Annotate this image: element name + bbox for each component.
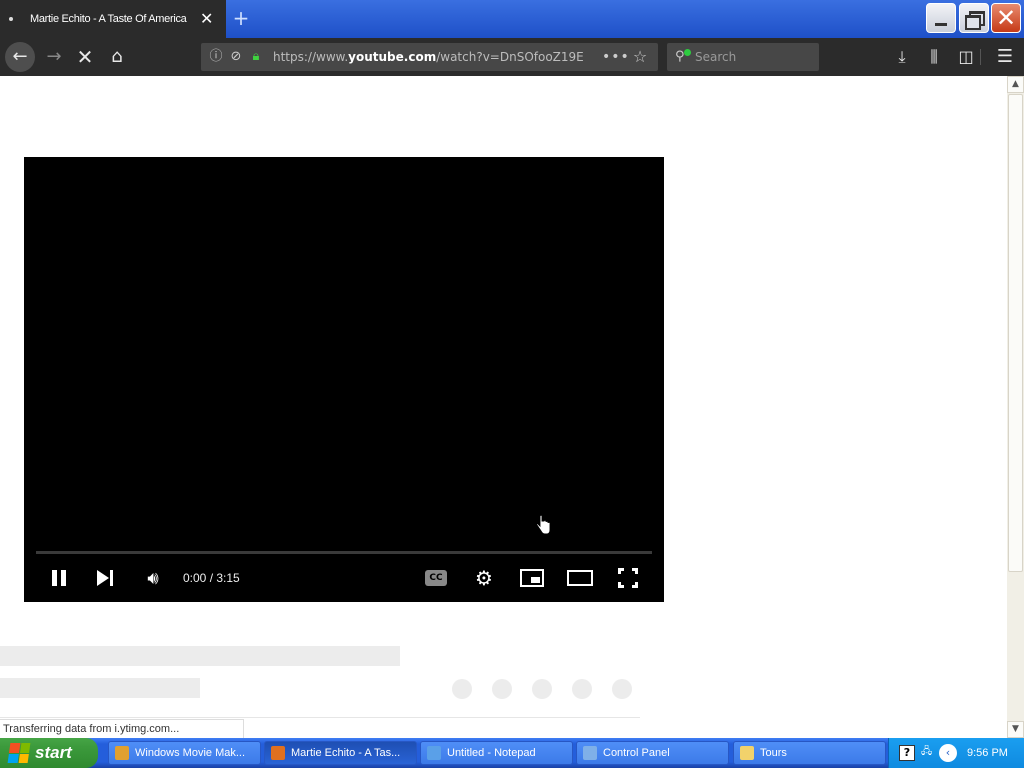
search-bar[interactable]: ⚲ — [667, 43, 819, 71]
back-button[interactable]: ← — [5, 42, 35, 72]
window-close-button[interactable]: ✕ — [991, 3, 1021, 33]
sidebar-button[interactable]: ◫ — [952, 42, 980, 72]
taskbar-item-label: Control Panel — [603, 747, 670, 759]
taskbar-item-label: Tours — [760, 747, 787, 759]
window-restore-button[interactable] — [959, 3, 989, 33]
url-path: /watch?v=DnSOfooZ19E — [436, 50, 584, 64]
theater-mode-button[interactable] — [565, 563, 595, 593]
toolbar-divider — [980, 49, 981, 65]
tab-active[interactable]: Martie Echito - A Taste Of America ✕ — [0, 0, 226, 38]
taskbar-item-notepad[interactable]: Untitled - Notepad — [420, 741, 573, 765]
action-placeholder — [452, 679, 472, 699]
close-icon: ✕ — [995, 4, 1017, 32]
divider — [0, 717, 640, 718]
tab-close-icon[interactable]: ✕ — [200, 11, 213, 27]
miniplayer-button[interactable] — [517, 563, 547, 593]
url-prefix: https://www. — [273, 50, 349, 64]
video-player[interactable]: 🔊︎ 0:00 / 3:15 CC ⚙ — [24, 157, 664, 602]
stop-button[interactable]: ✕ — [70, 42, 100, 72]
fullscreen-icon — [618, 568, 638, 588]
action-placeholder — [612, 679, 632, 699]
new-tab-button[interactable]: + — [230, 6, 252, 30]
bookmark-star-icon[interactable]: ☆ — [630, 43, 650, 71]
navigation-toolbar: ← → ✕ ⌂ ⓘ ⊘ 🔒︎ https://www.youtube.com/w… — [0, 38, 1024, 76]
subtitles-button[interactable]: CC — [421, 563, 451, 593]
info-icon[interactable]: ⓘ — [208, 43, 224, 71]
scroll-down-button[interactable]: ▼ — [1007, 721, 1024, 738]
tab-loading-indicator — [9, 17, 13, 21]
next-button[interactable] — [90, 563, 120, 593]
pause-button[interactable] — [44, 563, 74, 593]
browser-titlebar: Martie Echito - A Taste Of America ✕ + ✕ — [0, 0, 1024, 38]
cc-icon: CC — [425, 570, 447, 586]
movie-maker-icon — [115, 746, 129, 760]
network-icon[interactable]: 🖧︎ — [921, 744, 935, 760]
taskbar-item-movie-maker[interactable]: Windows Movie Mak... — [108, 741, 261, 765]
search-icon: ⚲ — [675, 43, 691, 71]
settings-button[interactable]: ⚙ — [469, 563, 499, 593]
subtitle-placeholder — [0, 678, 200, 698]
taskbar-item-label: Windows Movie Mak... — [135, 747, 246, 759]
time-display: 0:00 / 3:15 — [183, 571, 240, 585]
page-content: 🔊︎ 0:00 / 3:15 CC ⚙ — [0, 76, 1007, 738]
taskbar-item-browser[interactable]: Martie Echito - A Tas... — [264, 741, 417, 765]
progress-bar[interactable] — [36, 551, 652, 554]
fullscreen-button[interactable] — [613, 563, 643, 593]
taskbar-item-tours[interactable]: Tours — [733, 741, 886, 765]
windows-taskbar: start Windows Movie Mak... Martie Echito… — [0, 738, 1024, 768]
taskbar-item-label: Untitled - Notepad — [447, 747, 536, 759]
browser-icon — [271, 746, 285, 760]
show-hidden-icons-button[interactable]: ‹ — [939, 744, 957, 762]
url-text[interactable]: https://www.youtube.com/watch?v=DnSOfooZ… — [273, 43, 584, 71]
library-button[interactable]: ⫼ — [920, 42, 948, 72]
window-title-area — [226, 0, 1024, 38]
page-actions-icon[interactable]: ••• — [602, 43, 629, 71]
taskbar-item-label: Martie Echito - A Tas... — [291, 747, 401, 759]
tab-title: Martie Echito - A Taste Of America — [30, 13, 187, 25]
lock-icon[interactable]: 🔒︎ — [248, 43, 264, 71]
miniplayer-icon — [520, 569, 544, 587]
url-bar[interactable]: ⓘ ⊘ 🔒︎ https://www.youtube.com/watch?v=D… — [201, 43, 658, 71]
help-icon[interactable]: ? — [899, 745, 915, 761]
windows-logo-icon — [7, 743, 31, 763]
start-label: start — [35, 743, 72, 762]
search-input[interactable] — [695, 48, 813, 66]
forward-button[interactable]: → — [39, 42, 69, 72]
taskbar-item-control-panel[interactable]: Control Panel — [576, 741, 729, 765]
next-icon — [97, 570, 109, 586]
theater-icon — [567, 570, 593, 586]
downloads-button[interactable]: ⤓ — [888, 42, 916, 72]
url-domain: youtube.com — [348, 50, 437, 64]
hand-cursor-icon — [536, 515, 551, 535]
action-placeholder — [572, 679, 592, 699]
action-placeholder — [532, 679, 552, 699]
action-placeholder — [492, 679, 512, 699]
menu-button[interactable]: ☰ — [991, 42, 1019, 72]
title-placeholder — [0, 646, 400, 666]
volume-button[interactable]: 🔊︎ — [138, 563, 168, 593]
notepad-icon — [427, 746, 441, 760]
window-minimize-button[interactable] — [926, 3, 956, 33]
system-tray: ? 🖧︎ ‹ 9:56 PM — [888, 738, 1024, 768]
clock[interactable]: 9:56 PM — [967, 738, 1008, 768]
folder-icon — [740, 746, 754, 760]
vertical-scrollbar[interactable]: ▲ ▼ — [1007, 76, 1024, 738]
scrollbar-thumb[interactable] — [1008, 94, 1023, 572]
home-button[interactable]: ⌂ — [102, 42, 132, 72]
scroll-up-button[interactable]: ▲ — [1007, 76, 1024, 93]
control-panel-icon — [583, 746, 597, 760]
permissions-icon[interactable]: ⊘ — [227, 43, 245, 71]
status-bar: Transferring data from i.ytimg.com... — [0, 719, 244, 738]
start-button[interactable]: start — [0, 738, 98, 768]
